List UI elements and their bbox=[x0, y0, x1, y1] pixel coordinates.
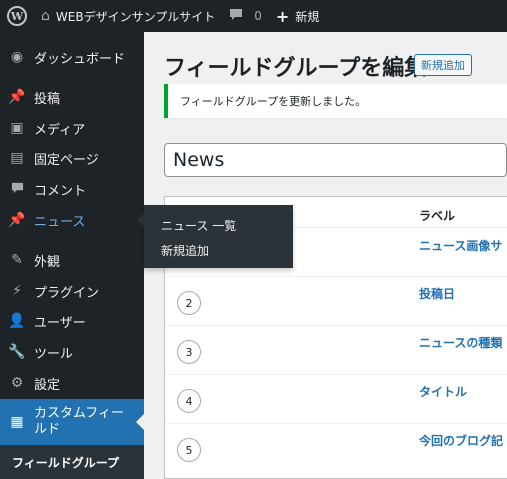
plugin-icon: ⚡ bbox=[12, 283, 22, 299]
page-title: フィールドグループを編集 bbox=[164, 56, 427, 81]
sidebar-item-tools[interactable]: 🔧 ツール bbox=[0, 335, 144, 369]
sidebar-item-label: カスタムフィールド bbox=[34, 406, 124, 437]
sidebar-item-label: ニュース bbox=[34, 214, 86, 230]
notice-text: フィールドグループを更新しました。 bbox=[180, 95, 367, 108]
field-label-link[interactable]: タイトル bbox=[419, 383, 467, 400]
sidebar-item-settings[interactable]: ⚙ 設定 bbox=[0, 366, 144, 400]
user-icon: 👤 bbox=[8, 313, 26, 329]
sidebar-item-news[interactable]: 📌 ニュース bbox=[0, 203, 145, 237]
label-column-header: ラベル bbox=[419, 209, 456, 223]
sidebar-item-comments[interactable]: コメント bbox=[0, 172, 144, 206]
sidebar-item-label: 外観 bbox=[34, 254, 61, 270]
field-label-link[interactable]: ニュースの種類 bbox=[419, 334, 502, 351]
sidebar-item-label: コメント bbox=[34, 183, 87, 199]
wrench-icon: 🔧 bbox=[8, 344, 26, 360]
table-row[interactable]: 4 タイトル bbox=[165, 374, 507, 423]
grid-icon: ▦ bbox=[10, 414, 24, 430]
field-label-link[interactable]: ニュース画像サ bbox=[419, 237, 502, 254]
flyout-item-news-list[interactable]: ニュース 一覧 bbox=[144, 213, 293, 238]
site-name: WEBデザインサンプルサイト bbox=[55, 9, 216, 24]
page-icon: ▤ bbox=[10, 150, 24, 166]
sidebar-item-media[interactable]: ▣ メディア bbox=[0, 111, 144, 145]
new-label: 新規 bbox=[295, 9, 320, 24]
field-label-link[interactable]: 投稿日 bbox=[419, 285, 455, 302]
wp-logo-button[interactable]: W bbox=[0, 0, 34, 32]
sidebar-item-label: メディア bbox=[34, 122, 86, 138]
table-row[interactable]: 2 投稿日 bbox=[165, 276, 507, 325]
admin-bar: W ⌂ WEBデザインサンプルサイト 0 + 新規 bbox=[0, 0, 507, 32]
title-input[interactable]: News bbox=[164, 143, 507, 177]
comments-count: 0 bbox=[254, 9, 262, 23]
wordpress-logo-icon: W bbox=[7, 6, 27, 26]
field-order-badge: 4 bbox=[177, 389, 201, 413]
field-order-badge: 2 bbox=[177, 291, 201, 315]
comments-link[interactable]: 0 bbox=[222, 0, 269, 32]
sidebar-item-dashboard[interactable]: ◉ ダッシュボード bbox=[0, 40, 144, 74]
sidebar-item-label: ツール bbox=[34, 346, 74, 362]
sidebar-item-custom-fields[interactable]: ▦ カスタムフィールド bbox=[0, 399, 144, 445]
sidebar-item-label: ダッシュボード bbox=[34, 51, 126, 67]
pin-icon: 📌 bbox=[8, 212, 26, 228]
brush-icon: ✎ bbox=[11, 252, 23, 268]
success-notice: フィールドグループを更新しました。 bbox=[164, 84, 507, 118]
sidebar-item-posts[interactable]: 📌 投稿 bbox=[0, 80, 144, 114]
comment-icon bbox=[229, 7, 243, 25]
plus-icon: + bbox=[275, 6, 290, 26]
sidebar-item-pages[interactable]: ▤ 固定ページ bbox=[0, 141, 144, 175]
new-content-link[interactable]: + 新規 bbox=[269, 0, 326, 32]
table-row[interactable]: 3 ニュースの種類 bbox=[165, 325, 507, 374]
home-icon: ⌂ bbox=[41, 8, 50, 24]
sidebar-item-label: 固定ページ bbox=[34, 152, 99, 168]
settings-icon: ⚙ bbox=[10, 375, 24, 391]
current-arrow bbox=[136, 414, 144, 430]
news-flyout-menu: ニュース 一覧 新規追加 bbox=[144, 205, 293, 268]
admin-sidebar: ◉ ダッシュボード 📌 投稿 ▣ メディア ▤ 固定ページ コメント 📌 ニュー… bbox=[0, 32, 145, 479]
sidebar-item-users[interactable]: 👤 ユーザー bbox=[0, 304, 144, 338]
sidebar-subitem-field-groups[interactable]: フィールドグループ bbox=[0, 445, 144, 479]
flyout-item-add-new[interactable]: 新規追加 bbox=[144, 238, 293, 263]
pin-icon: 📌 bbox=[8, 89, 26, 105]
sidebar-item-label: プラグイン bbox=[34, 285, 100, 301]
media-icon: ▣ bbox=[10, 120, 24, 136]
table-row[interactable]: 5 今回のブログ記 bbox=[165, 423, 507, 472]
sidebar-item-appearance[interactable]: ✎ 外観 bbox=[0, 243, 144, 277]
sidebar-item-label: 設定 bbox=[34, 377, 61, 393]
field-order-badge: 5 bbox=[177, 438, 201, 462]
field-label-link[interactable]: 今回のブログ記 bbox=[419, 432, 503, 449]
sidebar-item-plugins[interactable]: ⚡ プラグイン bbox=[0, 274, 144, 308]
dashboard-icon: ◉ bbox=[10, 49, 24, 65]
add-new-button[interactable]: 新規追加 bbox=[414, 54, 472, 76]
sidebar-item-label: 投稿 bbox=[34, 91, 61, 107]
site-name-link[interactable]: ⌂ WEBデザインサンプルサイト bbox=[34, 0, 222, 32]
sidebar-item-label: ユーザー bbox=[34, 315, 86, 331]
field-order-badge: 3 bbox=[177, 340, 201, 364]
comment-icon bbox=[0, 181, 34, 198]
